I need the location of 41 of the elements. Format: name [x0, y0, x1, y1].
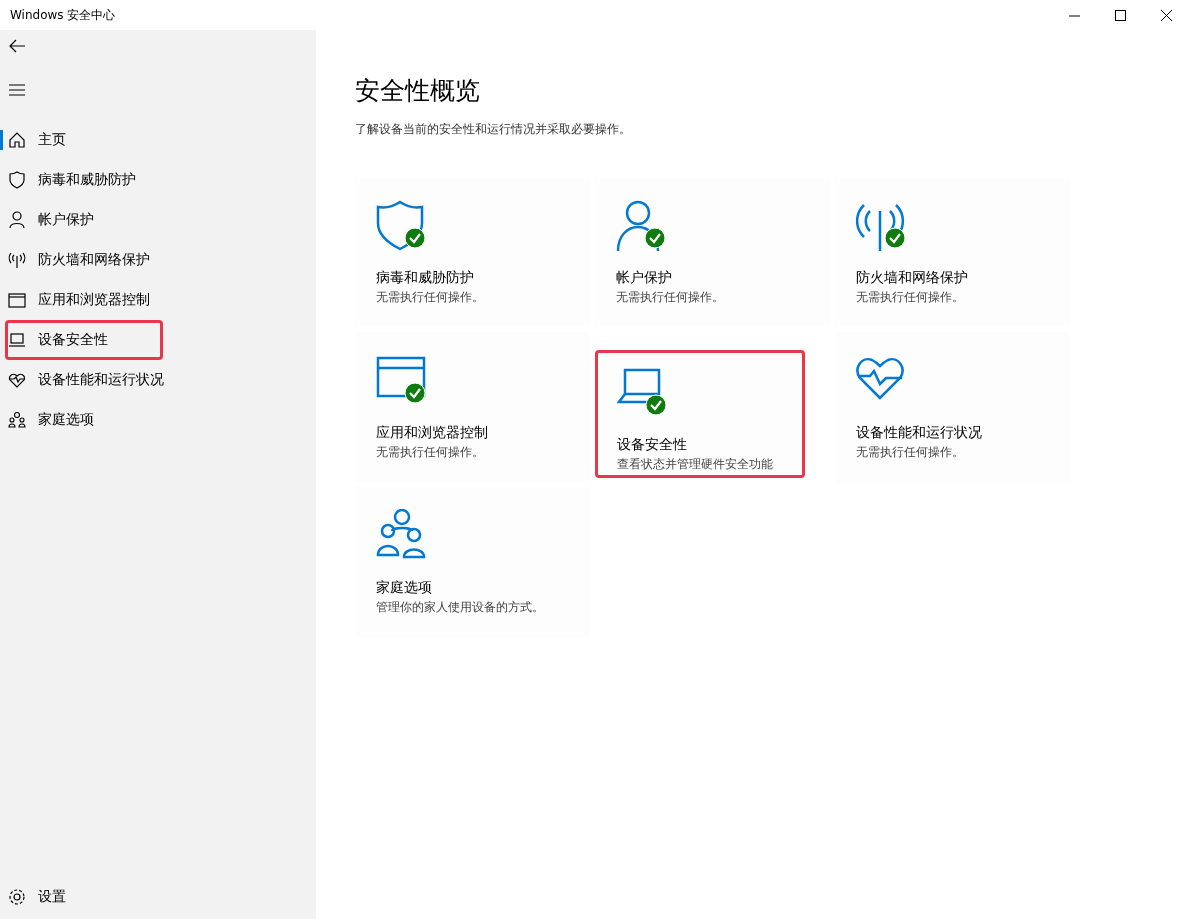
shield-icon [376, 199, 426, 253]
maximize-icon [1114, 9, 1126, 21]
page-title: 安全性概览 [355, 75, 481, 107]
sidebar-item[interactable]: 设备性能和运行状况 [0, 360, 316, 400]
sidebar-item[interactable]: 主页 [0, 120, 316, 160]
settings-icon [8, 888, 26, 906]
laptop-icon [8, 331, 26, 349]
close-icon [1160, 9, 1172, 21]
card-description: 管理你的家人使用设备的方式。 [376, 599, 545, 616]
back-arrow-icon [9, 39, 25, 53]
person-icon [8, 211, 26, 229]
menu-icon [9, 84, 25, 96]
card-title: 家庭选项 [376, 579, 433, 597]
shield-icon [8, 171, 26, 189]
antenna-icon [8, 251, 26, 269]
home-icon [8, 131, 26, 149]
window-title: Windows 安全中心 [9, 6, 117, 24]
window-icon [8, 291, 26, 309]
sidebar-item[interactable]: 防火墙和网络保护 [0, 240, 316, 280]
sidebar-item[interactable]: 应用和浏览器控制 [0, 280, 316, 320]
card-description: 无需执行任何操作。 [856, 444, 965, 461]
card-title: 防火墙和网络保护 [856, 269, 969, 287]
card-title: 设备安全性 [617, 436, 688, 454]
people-icon [8, 411, 26, 429]
sidebar-item[interactable]: 家庭选项 [0, 400, 316, 440]
card-description: 无需执行任何操作。 [376, 444, 485, 461]
page-subtitle: 了解设备当前的安全性和运行情况并采取必要操作。 [355, 121, 632, 138]
card-description: 无需执行任何操作。 [376, 289, 485, 306]
sidebar-item[interactable]: 设备安全性 [5, 320, 163, 360]
card-description: 无需执行任何操作。 [616, 289, 725, 306]
heart-icon [8, 371, 26, 389]
sidebar-item[interactable]: 病毒和威胁防护 [0, 160, 316, 200]
card-title: 应用和浏览器控制 [376, 424, 489, 442]
card-title: 帐户保护 [616, 269, 673, 287]
card-description: 无需执行任何操作。 [856, 289, 965, 306]
sidebar-item[interactable]: 帐户保护 [0, 200, 316, 240]
card-title: 病毒和威胁防护 [376, 269, 475, 287]
status-card[interactable]: 设备安全性 查看状态并管理硬件安全功能 [595, 350, 805, 478]
card-description: 查看状态并管理硬件安全功能 [617, 456, 774, 473]
card-title: 设备性能和运行状况 [856, 424, 983, 442]
settings-item[interactable]: 设置 [0, 877, 316, 917]
